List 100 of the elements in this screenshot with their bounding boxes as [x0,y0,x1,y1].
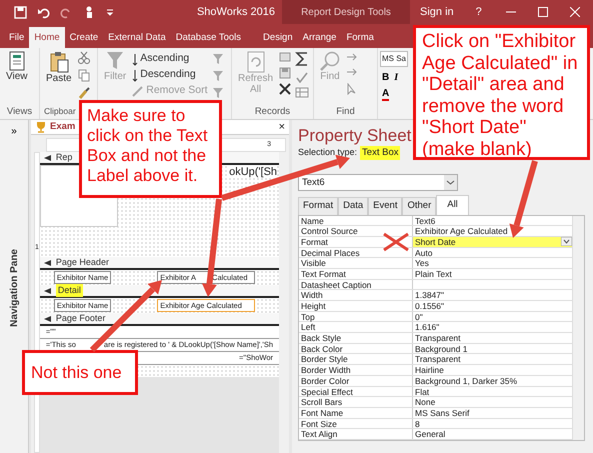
selection-type: Text Box [360,146,400,160]
maximize-icon[interactable] [538,7,548,17]
ribbon-tab[interactable]: File [4,27,30,48]
property-tab[interactable]: Other [402,197,436,214]
property-name: Decimal Places [299,248,413,258]
sort-descending-icon [132,68,138,82]
go-to-icon[interactable] [346,67,358,77]
property-value[interactable]: Short Date [413,236,572,247]
property-name: Back Style [299,333,413,343]
property-value[interactable]: Transparent [413,333,572,343]
customize-icon[interactable] [106,8,114,16]
report-tab[interactable]: Exam [50,120,76,134]
property-value[interactable]: Auto [413,248,572,258]
property-value[interactable]: General [413,429,572,439]
property-tab[interactable]: Format [298,197,338,214]
context-tab-title: Report Design Tools [282,0,410,24]
advanced-filter-icon[interactable] [212,70,224,82]
property-name: Border Color [299,376,413,386]
property-value[interactable]: Flat [413,386,572,396]
save-icon[interactable] [14,6,27,18]
ribbon-tab[interactable]: External Data [103,27,171,48]
section-label[interactable]: Detail [56,284,83,298]
group-label: Records [254,105,290,119]
paste-icon [48,51,69,73]
ribbon-tab[interactable]: Arrange [298,27,342,48]
help-button[interactable]: ? [476,4,482,20]
section-marker-icon [42,154,52,162]
ribbon-tab[interactable]: Design [258,27,298,48]
property-name: Font Name [299,408,413,418]
property-value[interactable]: 0.1556" [413,301,572,311]
undo-icon[interactable] [37,6,50,18]
property-tab[interactable]: Event [368,197,402,214]
property-value[interactable]: 1.616" [413,322,572,332]
property-name: Text Align [299,429,413,439]
property-tab[interactable]: All [436,195,469,214]
section-label[interactable]: Rep [56,150,72,164]
selection-icon[interactable] [212,53,224,65]
property-name: Text Format [299,268,413,279]
close-icon[interactable] [570,7,580,17]
view-button[interactable]: View [4,51,30,82]
format-button[interactable]: I [394,70,398,85]
filter-icon [106,51,124,71]
property-name: Back Color [299,344,413,354]
property-value[interactable]: MS Sans Serif [413,408,572,418]
property-name: Font Size [299,418,413,428]
group-label: Clipboar [44,105,76,118]
copy-icon[interactable] [78,69,90,82]
select-icon[interactable] [346,83,358,95]
ribbon-tab[interactable]: Forma [341,27,379,48]
property-tab[interactable]: Data [338,197,368,214]
cut-icon[interactable] [78,51,90,64]
property-value[interactable]: Plain Text [413,268,572,279]
selection-label: Selection type: [298,146,358,160]
property-name: Datasheet Caption [299,280,413,290]
property-name: Width [299,290,413,300]
new-record-icon[interactable] [279,51,292,63]
property-value[interactable]: Background 1 [413,344,572,354]
property-value[interactable]: Exhibitor Age Calculated [413,226,572,236]
remove-sort-icon [132,84,144,98]
ribbon-tab[interactable]: Home [29,27,65,48]
format-painter-icon[interactable] [78,87,90,99]
property-value[interactable]: 1.3847" [413,290,572,300]
view-icon [8,51,26,71]
callout-text: Make sure to click on the Text Box and not the Label above it. [79,100,222,198]
window-title: ShoWorks 2016 [196,4,276,20]
property-value[interactable]: Transparent [413,354,572,364]
object-dropdown[interactable]: Text6 [298,174,458,192]
paste-button[interactable]: Paste [44,51,74,84]
format-button[interactable]: B [382,70,390,85]
property-value[interactable]: Background 1, Darker 35% [413,376,572,386]
property-value[interactable]: 0" [413,312,572,322]
property-name: Name [299,216,413,226]
format-button[interactable]: A [382,88,390,101]
expand-button[interactable]: » [11,124,17,139]
property-name: Scroll Bars [299,397,413,407]
property-value[interactable]: Yes [413,258,572,268]
property-name: Special Effect [299,386,413,396]
property-name: Top [299,312,413,322]
property-name: Control Source [299,226,413,236]
property-name: Border Style [299,354,413,364]
ribbon-tab[interactable]: Create [64,27,104,48]
replace-icon[interactable] [346,51,358,61]
property-value[interactable]: 8 [413,418,572,428]
totals-icon[interactable] [295,51,310,67]
sign-in-link[interactable]: Sign in [420,4,454,20]
property-value[interactable]: Hairline [413,365,572,375]
property-name: Left [299,322,413,332]
group-label: Find [336,105,355,119]
property-value[interactable]: Text6 [413,216,572,226]
delete-icon[interactable] [279,83,292,95]
sort-button[interactable]: Ascending [132,51,208,67]
ribbon-tab[interactable]: Database Tools [170,27,246,48]
sort-button[interactable]: Descending [132,67,208,83]
font-name-field[interactable]: MS Sa [380,51,408,67]
find-icon [320,51,340,71]
close-button[interactable]: × [278,118,285,136]
sort-ascending-icon [132,52,138,66]
refresh-icon [246,51,266,73]
property-value[interactable]: None [413,397,572,407]
property-name: Border Width [299,365,413,375]
